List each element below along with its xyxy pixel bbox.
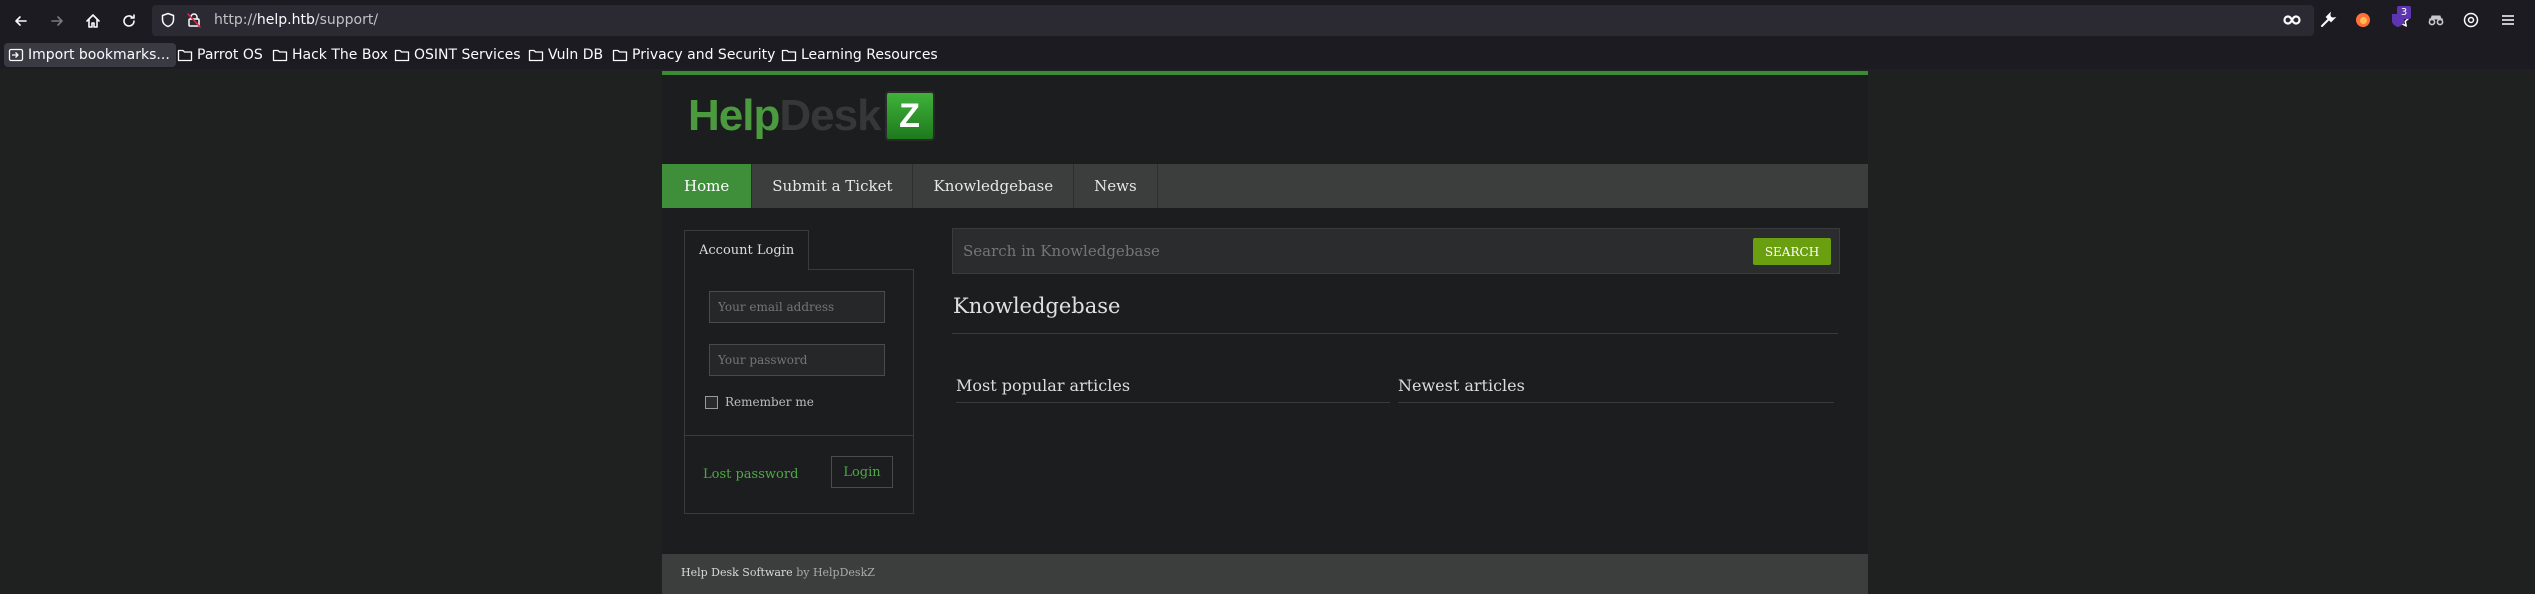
folder-icon xyxy=(394,49,410,62)
lost-password-link[interactable]: Lost password xyxy=(703,467,798,482)
remember-me[interactable]: Remember me xyxy=(705,395,814,409)
forward-icon[interactable] xyxy=(44,8,70,34)
page-viewport: Help Desk Z Home Submit a Ticket Knowledg… xyxy=(0,69,2535,594)
menu-submit-ticket[interactable]: Submit a Ticket xyxy=(752,164,914,208)
title-divider xyxy=(952,333,1838,334)
import-icon xyxy=(8,48,24,62)
menu-icon[interactable] xyxy=(2498,10,2518,30)
wrench-icon[interactable] xyxy=(2318,10,2338,30)
accent-line xyxy=(662,71,1868,75)
menu-news[interactable]: News xyxy=(1074,164,1158,208)
footer-by-link[interactable]: by HelpDeskZ xyxy=(796,566,875,579)
shield-icon[interactable] xyxy=(160,12,176,28)
email-field[interactable] xyxy=(709,291,885,323)
incognito-icon[interactable] xyxy=(2426,10,2446,30)
browser-toolbar: http://help.htb/support/ 3 xyxy=(0,0,2535,41)
page-title: Knowledgebase xyxy=(953,294,1121,318)
remember-me-label: Remember me xyxy=(725,395,814,409)
password-field[interactable] xyxy=(709,344,885,376)
login-button[interactable]: Login xyxy=(831,456,893,488)
url-text[interactable]: http://help.htb/support/ xyxy=(214,12,378,28)
reload-icon[interactable] xyxy=(116,8,142,34)
folder-icon xyxy=(781,49,797,62)
url-bar[interactable]: http://help.htb/support/ xyxy=(152,5,2410,36)
bookmark-hack-the-box[interactable]: Hack The Box xyxy=(272,43,388,67)
home-icon[interactable] xyxy=(80,8,106,34)
folder-icon xyxy=(612,49,628,62)
menu-knowledgebase[interactable]: Knowledgebase xyxy=(913,164,1075,208)
search-button[interactable]: SEARCH xyxy=(1753,238,1831,265)
remember-me-checkbox[interactable] xyxy=(705,395,718,409)
folder-icon xyxy=(177,49,193,62)
popular-articles-heading: Most popular articles xyxy=(956,376,1131,395)
bookmark-learning-resources[interactable]: Learning Resources xyxy=(781,43,938,67)
firefox-icon[interactable] xyxy=(2353,10,2373,30)
logo-help-text: Help xyxy=(688,91,780,140)
infinity-icon[interactable] xyxy=(2282,10,2302,30)
settings-icon[interactable] xyxy=(2461,10,2481,30)
lock-icon[interactable] xyxy=(186,12,202,28)
site-logo[interactable]: Help Desk Z xyxy=(688,91,935,141)
search-input[interactable] xyxy=(963,237,1723,265)
bookmarks-bar: Import bookmarks... Parrot OS Hack The B… xyxy=(0,41,2535,69)
bookmark-vuln-db[interactable]: Vuln DB xyxy=(528,43,603,67)
login-divider xyxy=(685,435,913,436)
popular-divider xyxy=(956,402,1390,403)
folder-icon xyxy=(528,49,544,62)
newest-articles-heading: Newest articles xyxy=(1398,376,1525,395)
logo-z-badge: Z xyxy=(884,91,935,141)
logo-desk-text: Desk xyxy=(779,91,881,140)
back-icon[interactable] xyxy=(8,8,34,34)
bookmark-import[interactable]: Import bookmarks... xyxy=(4,43,176,67)
helpdesk-site: Help Desk Z Home Submit a Ticket Knowledg… xyxy=(662,71,1868,594)
newest-divider xyxy=(1398,402,1834,403)
footer-text: Help Desk Software xyxy=(681,566,793,579)
bookmark-osint-services[interactable]: OSINT Services xyxy=(394,43,521,67)
extension-badge: 3 xyxy=(2397,6,2411,19)
kb-search-box: SEARCH xyxy=(952,228,1840,274)
folder-icon xyxy=(272,49,288,62)
bookmark-privacy-security[interactable]: Privacy and Security xyxy=(612,43,775,67)
menu-home[interactable]: Home xyxy=(662,164,753,208)
login-panel: Remember me Lost password Login xyxy=(684,269,914,514)
bookmark-parrot-os[interactable]: Parrot OS xyxy=(177,43,263,67)
main-menu: Home Submit a Ticket Knowledgebase News xyxy=(662,164,1868,208)
site-footer: Help Desk Software by HelpDeskZ xyxy=(662,554,1868,594)
account-login-tab[interactable]: Account Login xyxy=(684,230,810,270)
